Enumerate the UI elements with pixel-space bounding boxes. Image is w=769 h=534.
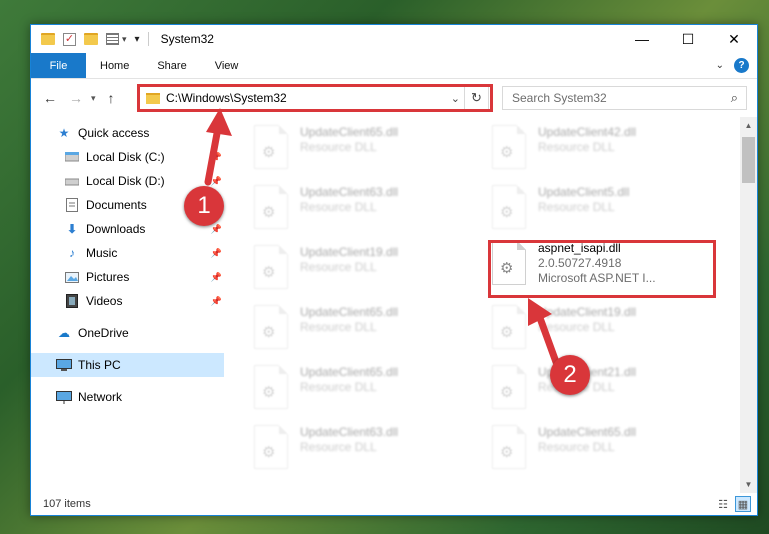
callout-badge-one: 1 xyxy=(184,186,224,226)
callout-badge-two: 2 xyxy=(550,355,590,395)
callout-arrows xyxy=(204,108,560,366)
arrow-one xyxy=(204,108,232,186)
arrow-two xyxy=(528,298,560,366)
